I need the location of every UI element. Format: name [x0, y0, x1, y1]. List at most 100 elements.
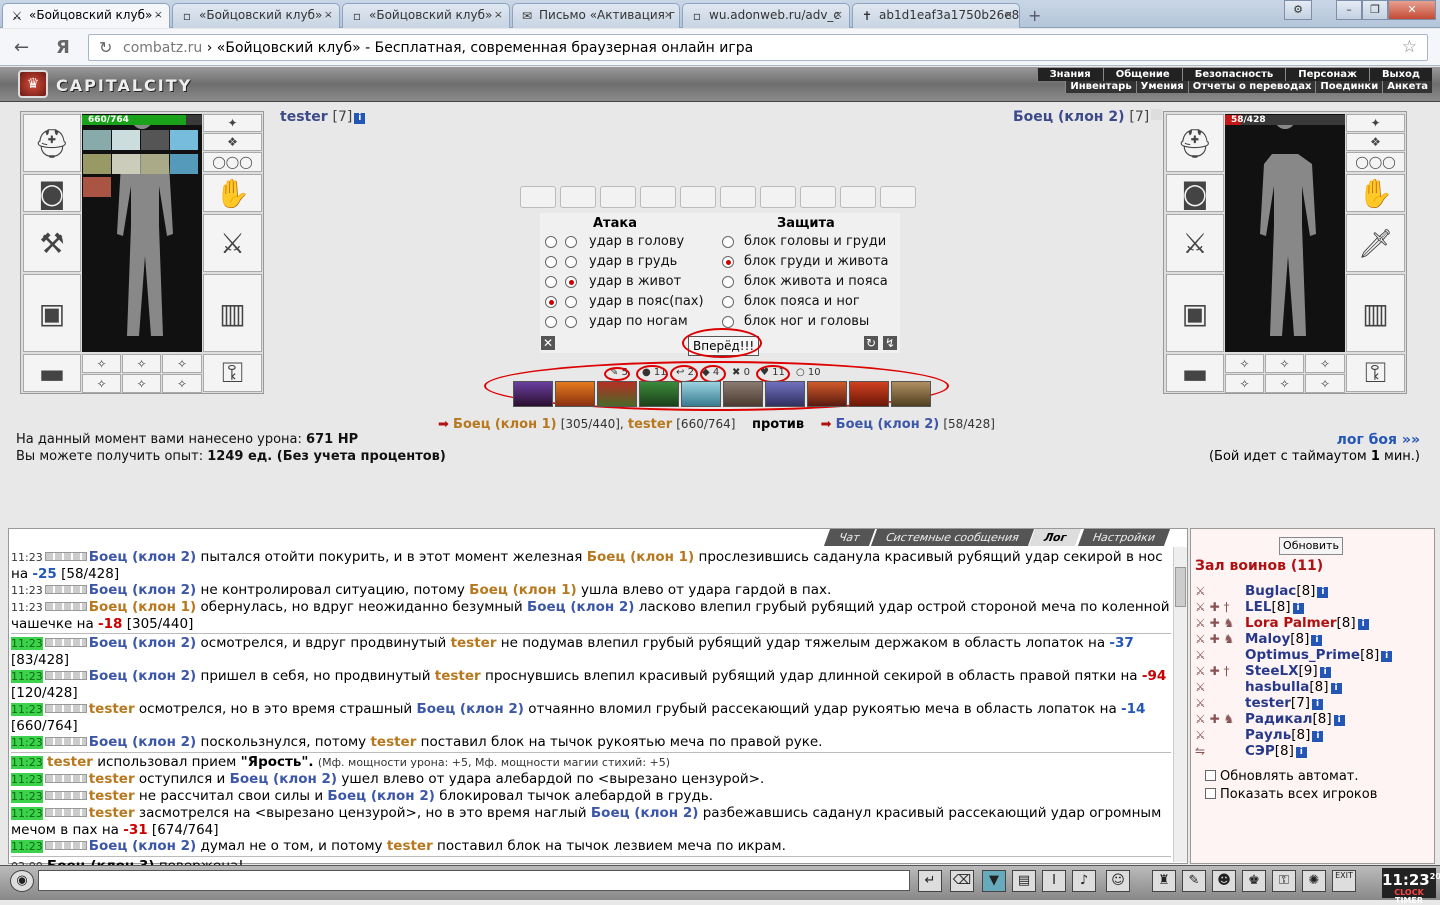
- pocket-slot[interactable]: ✧: [82, 374, 121, 393]
- status-icon[interactable]: ⚔ ✚ ♞: [1195, 711, 1245, 727]
- attack-radio[interactable]: [565, 316, 577, 328]
- fighter-name[interactable]: tester: [435, 668, 481, 684]
- weapon-left-slot[interactable]: ⚒: [23, 214, 81, 272]
- info-icon[interactable]: i: [1357, 619, 1369, 630]
- fighter-name[interactable]: tester: [89, 701, 135, 717]
- fighter-name[interactable]: Боец (клон 2): [89, 838, 197, 854]
- armor-slot[interactable]: ▣: [23, 274, 81, 352]
- battle-log-link[interactable]: лог боя »»: [1337, 432, 1420, 448]
- ring-slot[interactable]: ✧: [1225, 354, 1264, 373]
- cancel-icon[interactable]: ✕: [541, 336, 556, 350]
- armor-slot[interactable]: ▣: [1166, 274, 1224, 352]
- defense-radio[interactable]: [722, 236, 734, 248]
- skill-icon[interactable]: [891, 381, 931, 407]
- player-name[interactable]: hasbulla: [1245, 679, 1309, 695]
- fighter-name[interactable]: Боец (клон 2): [89, 549, 197, 565]
- info-icon[interactable]: i: [1381, 651, 1393, 662]
- defense-radio[interactable]: [722, 296, 734, 308]
- player-row[interactable]: ⚔ tester[7] i: [1195, 695, 1392, 711]
- menu-exit[interactable]: Выход: [1368, 68, 1432, 81]
- log-time[interactable]: 11:23: [11, 601, 43, 614]
- buff-icon[interactable]: [83, 130, 111, 150]
- log-time[interactable]: 11:23: [11, 736, 43, 749]
- defense-radio[interactable]: [722, 316, 734, 328]
- buff-icon[interactable]: [170, 130, 198, 150]
- helmet-slot[interactable]: ⛑: [1166, 114, 1224, 172]
- status-icon[interactable]: ⚔: [1195, 583, 1245, 599]
- player-name[interactable]: Рауль: [1245, 727, 1291, 743]
- pants-slot[interactable]: ▥: [1346, 274, 1405, 352]
- attack-radio[interactable]: [545, 296, 557, 308]
- refresh-icon[interactable]: ↻: [864, 336, 879, 350]
- info-icon[interactable]: i: [1312, 699, 1324, 710]
- ring-slot[interactable]: ✧: [162, 354, 202, 373]
- menu-security[interactable]: Безопасность: [1181, 68, 1286, 81]
- log-time[interactable]: 11:23: [11, 703, 43, 716]
- skill-icon[interactable]: [681, 381, 721, 407]
- info-icon[interactable]: i: [1311, 635, 1323, 646]
- log-time[interactable]: 11:23: [11, 637, 43, 650]
- scroll-slot[interactable]: [600, 186, 636, 208]
- pocket-slot[interactable]: ✧: [1305, 374, 1345, 393]
- menu-character[interactable]: Персонаж: [1285, 68, 1369, 81]
- self-name[interactable]: tester: [628, 417, 672, 432]
- tab-log[interactable]: Лог: [1029, 529, 1082, 546]
- fighter-name[interactable]: Боец (клон 1): [587, 549, 695, 565]
- amulet-slot[interactable]: ✦: [203, 114, 262, 132]
- maximize-button[interactable]: ❐: [1362, 0, 1388, 20]
- log-time[interactable]: 11:23: [11, 807, 43, 820]
- smiley-icon[interactable]: ☺: [1106, 870, 1130, 892]
- earrings-slot[interactable]: ❖: [1346, 133, 1405, 151]
- show-all-checkbox[interactable]: Показать всех игроков: [1205, 787, 1377, 802]
- info-icon[interactable]: i: [1317, 587, 1329, 598]
- reload-icon[interactable]: ↻: [99, 38, 112, 57]
- tab-chat[interactable]: Чат: [823, 529, 875, 546]
- status-icon[interactable]: ⚔: [1195, 647, 1245, 663]
- bug-icon[interactable]: ✺: [1302, 870, 1326, 892]
- gloves-slot[interactable]: ✋: [1346, 174, 1405, 212]
- scroll-slot[interactable]: [760, 186, 796, 208]
- lock-icon[interactable]: ⚿: [1272, 870, 1296, 892]
- weapon-right-slot[interactable]: ⚔: [203, 214, 262, 272]
- info-icon[interactable]: i: [1319, 667, 1331, 678]
- enemy-link[interactable]: Боец (клон 2): [836, 417, 940, 432]
- scroll-slot[interactable]: [680, 186, 716, 208]
- chat-scrollbar[interactable]: [1173, 547, 1187, 862]
- log-time[interactable]: 11:23: [11, 840, 43, 853]
- info-icon[interactable]: i: [1333, 715, 1345, 726]
- pocket-slot[interactable]: ✧: [122, 374, 161, 393]
- bag-icon[interactable]: ♜: [1152, 870, 1176, 892]
- status-icon[interactable]: ⚔: [1195, 695, 1245, 711]
- close-icon[interactable]: ×: [1004, 8, 1013, 21]
- player-row[interactable]: ⇋ СЭР[8] i: [1195, 743, 1392, 759]
- info-icon[interactable]: [1151, 109, 1163, 120]
- fighter-name[interactable]: tester: [89, 788, 135, 804]
- player-name[interactable]: LEL: [1245, 599, 1271, 615]
- status-icon[interactable]: ⚔ ✚ ♞: [1195, 631, 1245, 647]
- skill-icon[interactable]: [597, 381, 637, 407]
- scroll-slot[interactable]: [800, 186, 836, 208]
- helmet-slot[interactable]: ⛑: [23, 114, 81, 172]
- ally-name[interactable]: Боец (клон 1): [453, 417, 557, 432]
- close-icon[interactable]: ×: [324, 8, 333, 21]
- close-icon[interactable]: ×: [154, 8, 163, 21]
- log-time[interactable]: 11:23: [11, 756, 43, 769]
- close-icon[interactable]: ×: [664, 8, 673, 21]
- defense-radio[interactable]: [722, 256, 734, 268]
- player-row[interactable]: ⚔ Buglac[8] i: [1195, 583, 1392, 599]
- player-row[interactable]: ⚔ ✚ ♞ Lora Palmer[8] i: [1195, 615, 1392, 631]
- scroll-slot[interactable]: [880, 186, 916, 208]
- buff-icon[interactable]: [141, 153, 169, 174]
- status-icon[interactable]: ⚔ ✚ †: [1195, 599, 1245, 615]
- weapon-right-slot[interactable]: 🗡: [1346, 214, 1405, 272]
- close-window-button[interactable]: ✕: [1388, 0, 1436, 20]
- refresh-button[interactable]: Обновить: [1279, 537, 1343, 555]
- attack-radio[interactable]: [545, 236, 557, 248]
- rings-slot[interactable]: ◯◯◯: [203, 152, 262, 172]
- ring-slot[interactable]: ✧: [1265, 354, 1304, 373]
- skill-icon[interactable]: [765, 381, 805, 407]
- scroll-slot[interactable]: [520, 186, 556, 208]
- attack-radio[interactable]: [545, 256, 557, 268]
- fighter-name[interactable]: Боец (клон 2): [527, 599, 635, 615]
- scroll-slot[interactable]: [720, 186, 756, 208]
